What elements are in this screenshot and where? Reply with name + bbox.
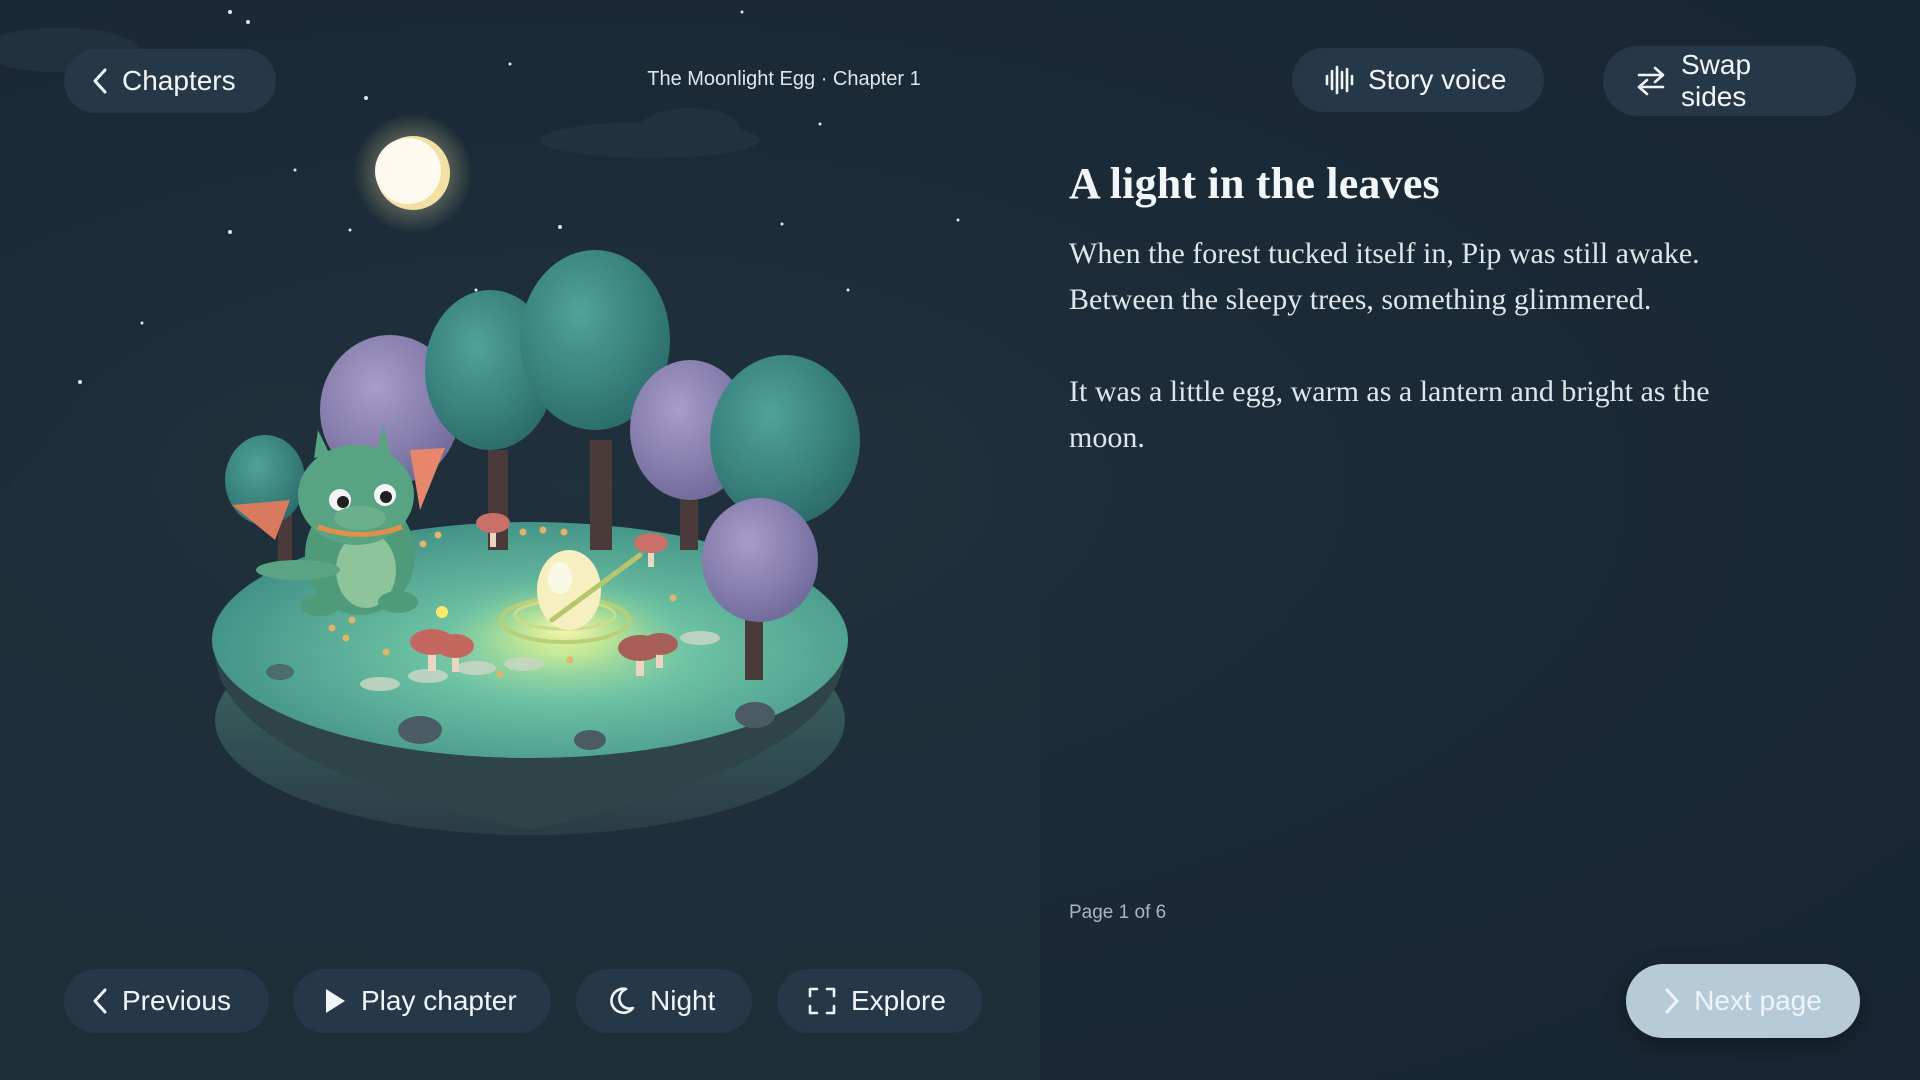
chevron-left-icon <box>93 68 107 94</box>
page-indicator: Page 1 of 6 <box>1069 902 1167 923</box>
waveform-icon <box>1325 65 1354 95</box>
explore-button[interactable]: Explore <box>777 969 982 1033</box>
play-icon <box>326 989 345 1013</box>
fullscreen-icon <box>808 987 836 1015</box>
story-paragraph: It was a little egg, warm as a lantern a… <box>1069 375 1710 454</box>
book-chapter-title: The Moonlight Egg · Chapter 1 <box>647 68 921 90</box>
swap-arrows-icon <box>1637 66 1665 96</box>
story-voice-button[interactable]: Story voice <box>1292 48 1544 112</box>
moon <box>353 113 473 233</box>
swap-sides-label: Swap sides <box>1681 49 1752 112</box>
moon-icon <box>610 987 635 1015</box>
story-text-panel: A light in the leaves When the forest tu… <box>1069 158 1789 507</box>
play-chapter-label: Play chapter <box>361 985 517 1016</box>
explore-label: Explore <box>851 985 946 1016</box>
next-page-label: Next page <box>1694 985 1822 1016</box>
night-mode-label: Night <box>650 985 716 1016</box>
previous-button-label: Previous <box>122 985 231 1016</box>
next-page-button[interactable]: Next page <box>1626 964 1860 1038</box>
story-heading: A light in the leaves <box>1069 159 1440 208</box>
chapters-button-label: Chapters <box>122 65 236 96</box>
story-illustration <box>0 10 1040 1080</box>
swap-sides-button[interactable]: Swap sides <box>1603 46 1856 116</box>
chapters-button[interactable]: Chapters <box>64 49 276 113</box>
chevron-right-icon <box>1665 988 1679 1014</box>
play-chapter-button[interactable]: Play chapter <box>293 969 551 1033</box>
chevron-left-icon <box>93 988 107 1014</box>
story-voice-label: Story voice <box>1368 64 1507 95</box>
previous-button[interactable]: Previous <box>64 969 269 1033</box>
night-mode-button[interactable]: Night <box>576 969 752 1033</box>
story-paragraph: When the forest tucked itself in, Pip wa… <box>1069 237 1700 316</box>
